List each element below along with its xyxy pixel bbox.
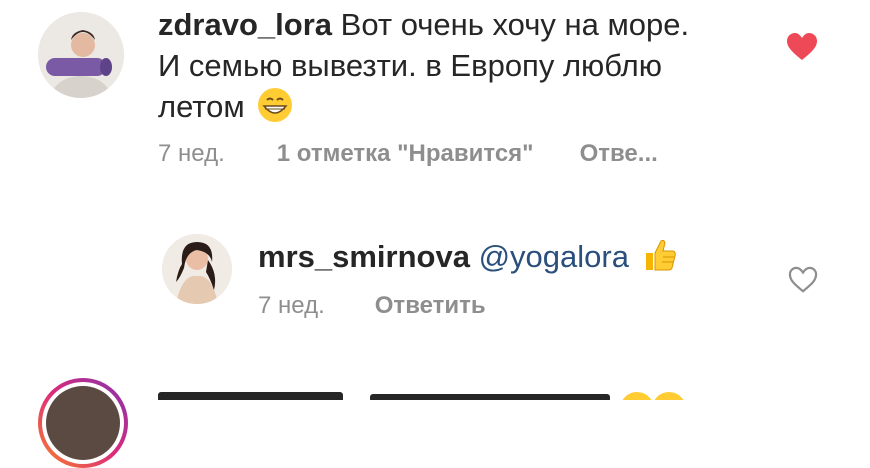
grinning-face-icon	[257, 87, 293, 133]
comment-username[interactable]: zdravo_lora	[158, 7, 332, 42]
comment-meta: 7 нед. 1 отметка "Нравится" Отве...	[158, 140, 658, 168]
comment-username[interactable]: mrs_smirnova	[258, 239, 470, 274]
reply-link[interactable]: Отве...	[580, 140, 658, 168]
reply-link[interactable]: Ответить	[375, 292, 486, 320]
comment-time: 7 нед.	[158, 140, 225, 167]
avatar[interactable]	[38, 12, 124, 98]
heart-icon[interactable]	[786, 32, 818, 67]
reply-body: mrs_smirnova @yogalora	[258, 236, 738, 283]
likes-count-link[interactable]: 1 отметка "Нравится"	[277, 140, 534, 168]
comment-body: zdravo_lora Вот очень хочу на море. И се…	[158, 4, 778, 133]
mention-link[interactable]: @yogalora	[479, 239, 629, 274]
comment-text-line: летом	[158, 89, 245, 124]
story-ring-avatar[interactable]	[38, 378, 128, 468]
comment-meta: 7 нед. Ответить	[258, 292, 486, 320]
partial-comment-text	[158, 392, 718, 400]
thumbs-up-icon	[642, 237, 678, 283]
comment-text-line: Вот очень хочу на море.	[340, 7, 690, 42]
avatar[interactable]	[162, 234, 232, 304]
comment-time: 7 нед.	[258, 292, 325, 319]
heart-outline-icon[interactable]	[788, 266, 818, 299]
comment-text-line: И семью вывезти. в Европу люблю	[158, 48, 662, 83]
